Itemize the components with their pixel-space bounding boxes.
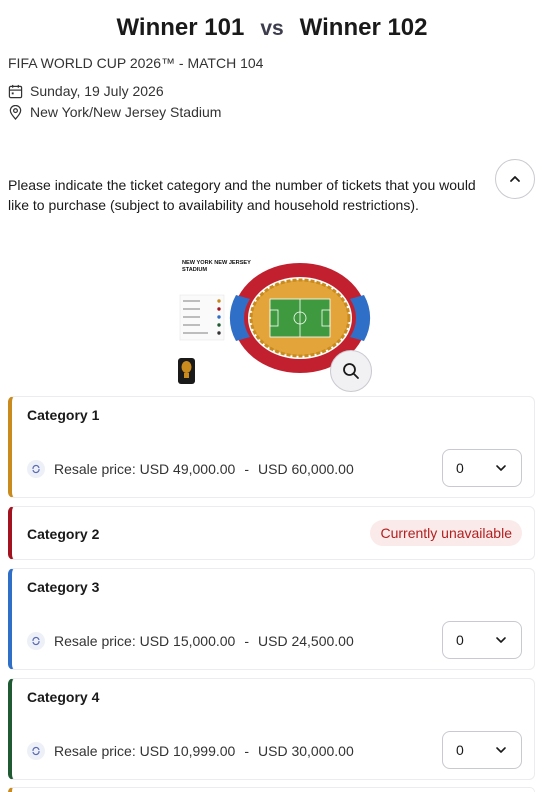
price-min: USD 15,000.00	[139, 633, 236, 649]
resale-icon	[27, 460, 45, 478]
unavailable-badge: Currently unavailable	[370, 520, 522, 546]
category-card-3: Category 3 Resale price: USD 15,000.00 -…	[8, 568, 535, 670]
zoom-map-button[interactable]	[330, 350, 372, 392]
price-label: Resale price:	[54, 633, 136, 649]
scroll-up-button[interactable]	[495, 159, 535, 199]
resale-price-row: Resale price: USD 15,000.00 - USD 24,500…	[27, 632, 354, 650]
instructions-text: Please indicate the ticket category and …	[8, 177, 476, 213]
quantity-select[interactable]: 0	[442, 621, 522, 659]
chevron-up-icon	[510, 176, 520, 182]
category-name: Category 2	[27, 526, 100, 542]
category-card-4: Category 4 Resale price: USD 10,999.00 -…	[8, 678, 535, 780]
resale-price-row: Resale price: USD 49,000.00 - USD 60,000…	[27, 460, 354, 478]
venue-text: New York/New Jersey Stadium	[30, 104, 222, 120]
price-separator: -	[244, 743, 249, 759]
chevron-down-icon	[496, 747, 506, 753]
quantity-value: 0	[456, 460, 464, 476]
category-card-2: Category 2 Currently unavailable	[8, 506, 535, 560]
vs-label: vs	[260, 17, 284, 40]
price-max: USD 60,000.00	[258, 461, 354, 477]
quantity-value: 0	[456, 632, 464, 648]
chevron-down-icon	[496, 465, 506, 471]
quantity-select[interactable]: 0	[442, 731, 522, 769]
category-name: Category 3	[27, 579, 100, 595]
quantity-value: 0	[456, 742, 464, 758]
team-away: Winner 102	[299, 14, 428, 41]
chevron-down-icon	[496, 637, 506, 643]
resale-price-row: Resale price: USD 10,999.00 - USD 30,000…	[27, 742, 354, 760]
resale-icon	[27, 632, 45, 650]
match-title: Winner 101 vs Winner 102	[0, 14, 544, 42]
price-separator: -	[244, 461, 249, 477]
category-name: Category 4	[27, 689, 100, 705]
calendar-icon	[8, 84, 23, 98]
date-text: Sunday, 19 July 2026	[30, 83, 164, 99]
price-max: USD 24,500.00	[258, 633, 354, 649]
match-venue: New York/New Jersey Stadium	[8, 104, 221, 120]
price-label: Resale price:	[54, 743, 136, 759]
magnifier-icon	[343, 363, 359, 379]
resale-icon	[27, 742, 45, 760]
event-name: FIFA WORLD CUP 2026™ - MATCH 104	[8, 55, 264, 71]
map-legend	[179, 294, 225, 341]
world-cup-trophy-logo	[178, 358, 195, 384]
map-title-line1: NEW YORK NEW JERSEY	[182, 260, 251, 266]
category-card-1: Category 1 Resale price: USD 49,000.00 -…	[8, 396, 535, 498]
match-date: Sunday, 19 July 2026	[8, 83, 164, 99]
price-label: Resale price:	[54, 461, 136, 477]
category-name: Category 1	[27, 407, 100, 423]
price-min: USD 49,000.00	[139, 461, 236, 477]
quantity-select[interactable]: 0	[442, 449, 522, 487]
location-pin-icon	[9, 104, 22, 120]
price-separator: -	[244, 633, 249, 649]
category-card-next	[8, 787, 535, 792]
price-min: USD 10,999.00	[139, 743, 236, 759]
map-title-line2: STADIUM	[182, 267, 207, 273]
team-home: Winner 101	[116, 14, 245, 41]
price-max: USD 30,000.00	[258, 743, 354, 759]
